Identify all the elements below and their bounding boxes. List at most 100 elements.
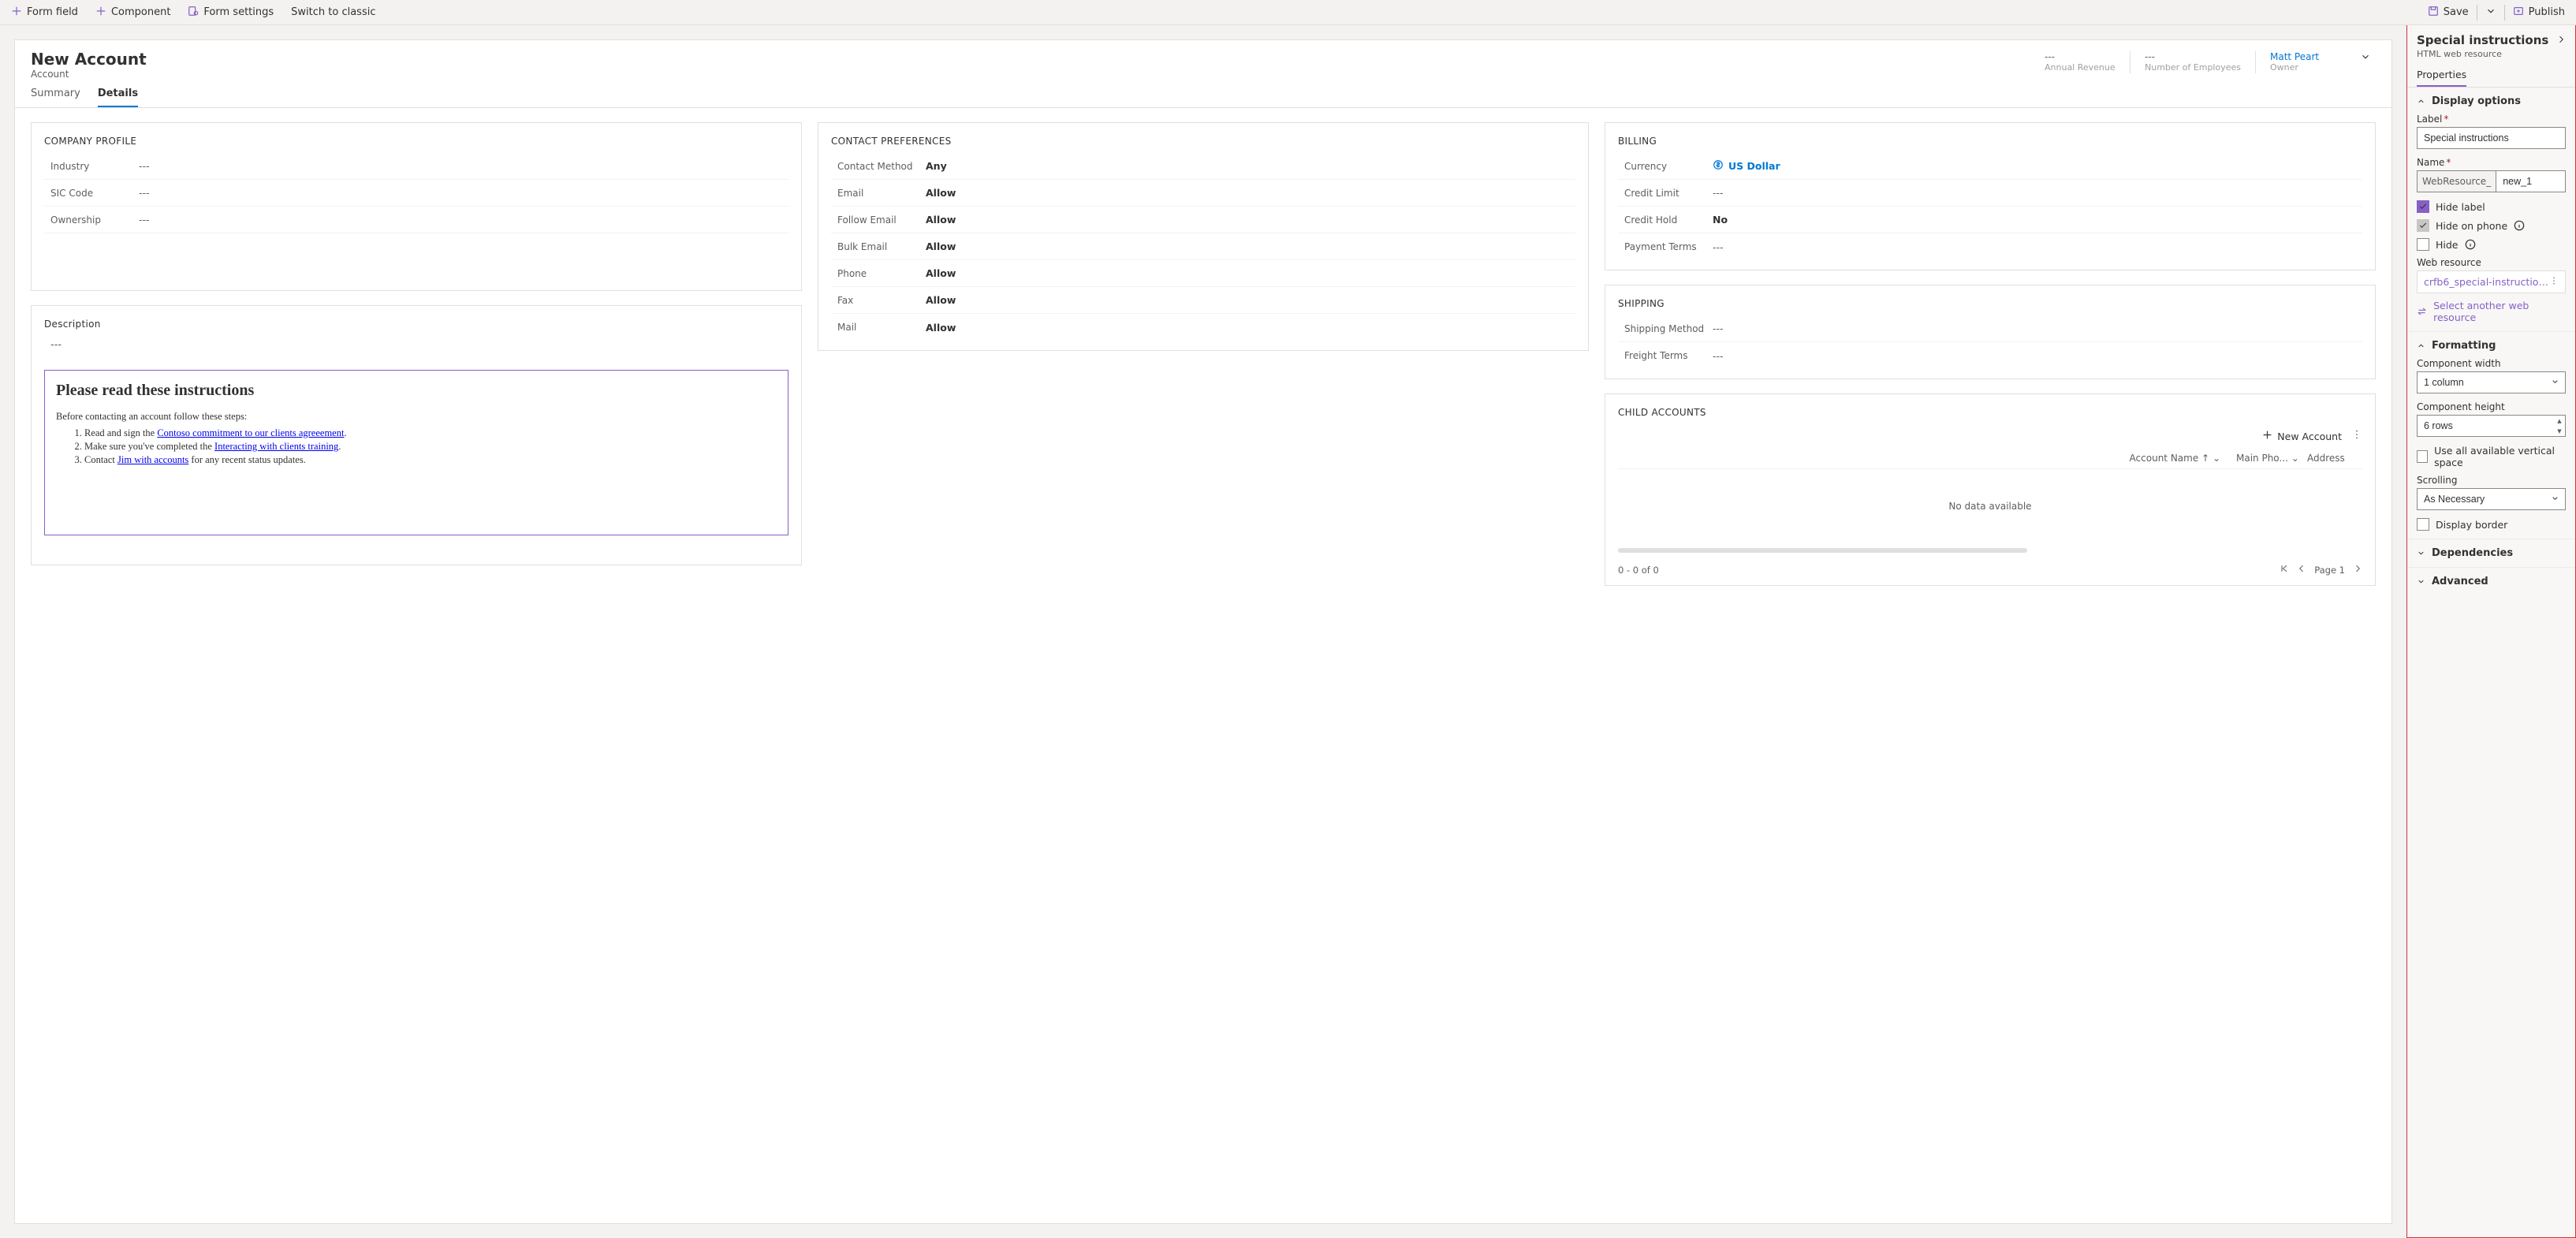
step-1: Read and sign the Contoso commitment to … <box>84 427 777 439</box>
form-canvas: New Account Account --- Annual Revenue -… <box>14 39 2392 1224</box>
grid-empty-message: No data available <box>1618 469 2362 543</box>
section-description[interactable]: Description --- Please read these instru… <box>31 305 802 565</box>
col-main-phone[interactable]: Main Pho... ⌄ <box>2236 453 2307 464</box>
field-industry[interactable]: Industry --- <box>44 153 788 180</box>
name-input[interactable] <box>2496 170 2566 192</box>
info-icon[interactable] <box>2514 220 2525 231</box>
section-dependencies[interactable]: Dependencies <box>2417 547 2566 559</box>
save-button[interactable]: Save <box>2425 4 2472 21</box>
annual-revenue-label: Annual Revenue <box>2045 62 2116 73</box>
field-value: Allow <box>926 214 1575 226</box>
height-increase-button[interactable]: ▲ <box>2554 416 2565 426</box>
plus-icon <box>95 6 106 20</box>
settings-form-icon <box>188 6 199 20</box>
prop-tab-properties[interactable]: Properties <box>2417 69 2466 87</box>
web-resource-more-button[interactable] <box>2549 276 2559 288</box>
sort-asc-icon: ↑ <box>2201 453 2209 464</box>
field-email[interactable]: Email Allow <box>831 180 1575 207</box>
form-field-button[interactable]: Form field <box>8 4 81 21</box>
label-input[interactable] <box>2417 127 2566 149</box>
section-display-options[interactable]: Display options <box>2417 95 2566 107</box>
field-value: Allow <box>926 322 1575 334</box>
use-all-vertical-checkbox[interactable] <box>2417 450 2428 463</box>
height-decrease-button[interactable]: ▼ <box>2554 426 2565 436</box>
prev-page-button[interactable] <box>2297 564 2306 576</box>
publish-button[interactable]: Publish <box>2510 4 2568 21</box>
field-payment-terms[interactable]: Payment Terms --- <box>1618 233 2362 260</box>
field-value: No <box>1713 214 2362 226</box>
component-button[interactable]: Component <box>92 4 173 21</box>
header-expand-button[interactable] <box>2355 51 2376 65</box>
field-phone[interactable]: Phone Allow <box>831 260 1575 287</box>
contoso-commitment-link[interactable]: Contoso commitment to our clients agreee… <box>157 427 344 438</box>
save-dropdown-button[interactable] <box>2482 4 2500 21</box>
chevron-down-icon <box>2360 51 2371 62</box>
property-pane: Special instructions HTML web resource P… <box>2406 25 2576 1238</box>
section-shipping[interactable]: SHIPPING Shipping Method --- Freight Ter… <box>1605 285 2376 379</box>
form-tabs: Summary Details <box>15 80 2391 108</box>
web-resource-steps: Read and sign the Contoso commitment to … <box>56 427 777 466</box>
section-title: CONTACT PREFERENCES <box>831 132 1575 153</box>
hide-checkbox[interactable] <box>2417 238 2429 251</box>
field-freight-terms[interactable]: Freight Terms --- <box>1618 342 2362 369</box>
field-shipping-method[interactable]: Shipping Method --- <box>1618 315 2362 342</box>
grid-horizontal-scrollbar[interactable] <box>1618 548 2027 553</box>
scrolling-select[interactable] <box>2417 488 2566 510</box>
section-formatting[interactable]: Formatting <box>2417 340 2566 352</box>
field-sic-code[interactable]: SIC Code --- <box>44 180 788 207</box>
check-icon <box>2418 221 2428 230</box>
field-credit-limit[interactable]: Credit Limit --- <box>1618 180 2362 207</box>
more-commands-button[interactable] <box>2351 429 2362 443</box>
switch-classic-button[interactable]: Switch to classic <box>288 5 378 20</box>
form-settings-button[interactable]: Form settings <box>185 4 277 21</box>
clients-training-link[interactable]: Interacting with clients training <box>214 441 338 452</box>
field-credit-hold[interactable]: Credit Hold No <box>1618 207 2362 233</box>
hide-label-checkbox[interactable] <box>2417 200 2429 213</box>
hide-on-phone-checkbox <box>2417 219 2429 232</box>
name-prefix: WebResource_ <box>2417 170 2496 192</box>
component-width-select[interactable] <box>2417 371 2566 393</box>
field-mail[interactable]: Mail Allow <box>831 314 1575 341</box>
name-field-label: Name <box>2417 157 2444 168</box>
web-resource-name-link[interactable]: crfb6_special-instructions <box>2424 276 2549 288</box>
tab-details[interactable]: Details <box>98 88 138 107</box>
field-value: --- <box>1713 241 2362 253</box>
display-border-checkbox[interactable] <box>2417 518 2429 531</box>
section-company-profile[interactable]: COMPANY PROFILE Industry --- SIC Code --… <box>31 122 802 291</box>
web-resource-intro: Before contacting an account follow thes… <box>56 411 777 423</box>
field-label: Shipping Method <box>1618 323 1713 334</box>
select-another-webresource-link[interactable]: Select another web resource <box>2417 300 2566 323</box>
info-icon[interactable] <box>2465 239 2476 250</box>
field-bulk-email[interactable]: Bulk Email Allow <box>831 233 1575 260</box>
currency-icon <box>1713 159 1724 173</box>
prop-pane-subtitle: HTML web resource <box>2417 49 2566 59</box>
jim-accounts-link[interactable]: Jim with accounts <box>117 454 188 465</box>
field-label: Credit Hold <box>1618 214 1713 226</box>
section-advanced[interactable]: Advanced <box>2417 576 2566 587</box>
section-billing[interactable]: BILLING Currency US Dollar Credi <box>1605 122 2376 270</box>
field-follow-email[interactable]: Follow Email Allow <box>831 207 1575 233</box>
tab-summary[interactable]: Summary <box>31 88 80 107</box>
new-account-button[interactable]: New Account <box>2262 430 2342 442</box>
section-contact-preferences[interactable]: CONTACT PREFERENCES Contact Method Any E… <box>818 122 1589 351</box>
col-address[interactable]: Address <box>2307 453 2362 464</box>
form-title: New Account <box>31 50 2045 69</box>
swap-icon <box>2417 306 2427 317</box>
field-contact-method[interactable]: Contact Method Any <box>831 153 1575 180</box>
expand-pane-button[interactable] <box>2556 35 2566 47</box>
field-ownership[interactable]: Ownership --- <box>44 207 788 233</box>
grid-header: Account Name ↑ ⌄ Main Pho... ⌄ Address <box>1618 448 2362 469</box>
col-account-name[interactable]: Account Name ↑ ⌄ <box>1618 453 2236 464</box>
section-child-accounts[interactable]: CHILD ACCOUNTS New Account Account Name … <box>1605 393 2376 586</box>
first-page-button[interactable] <box>2280 564 2289 576</box>
form-header: New Account Account --- Annual Revenue -… <box>15 40 2391 80</box>
owner-value[interactable]: Matt Peart <box>2270 51 2341 62</box>
field-currency[interactable]: Currency US Dollar <box>1618 153 2362 180</box>
web-resource-selected[interactable]: Please read these instructions Before co… <box>44 370 788 535</box>
next-page-button[interactable] <box>2353 564 2362 576</box>
component-height-input[interactable] <box>2417 415 2566 437</box>
field-fax[interactable]: Fax Allow <box>831 287 1575 314</box>
field-label: Mail <box>831 322 926 333</box>
scrolling-label: Scrolling <box>2417 475 2566 486</box>
field-label: Phone <box>831 268 926 279</box>
